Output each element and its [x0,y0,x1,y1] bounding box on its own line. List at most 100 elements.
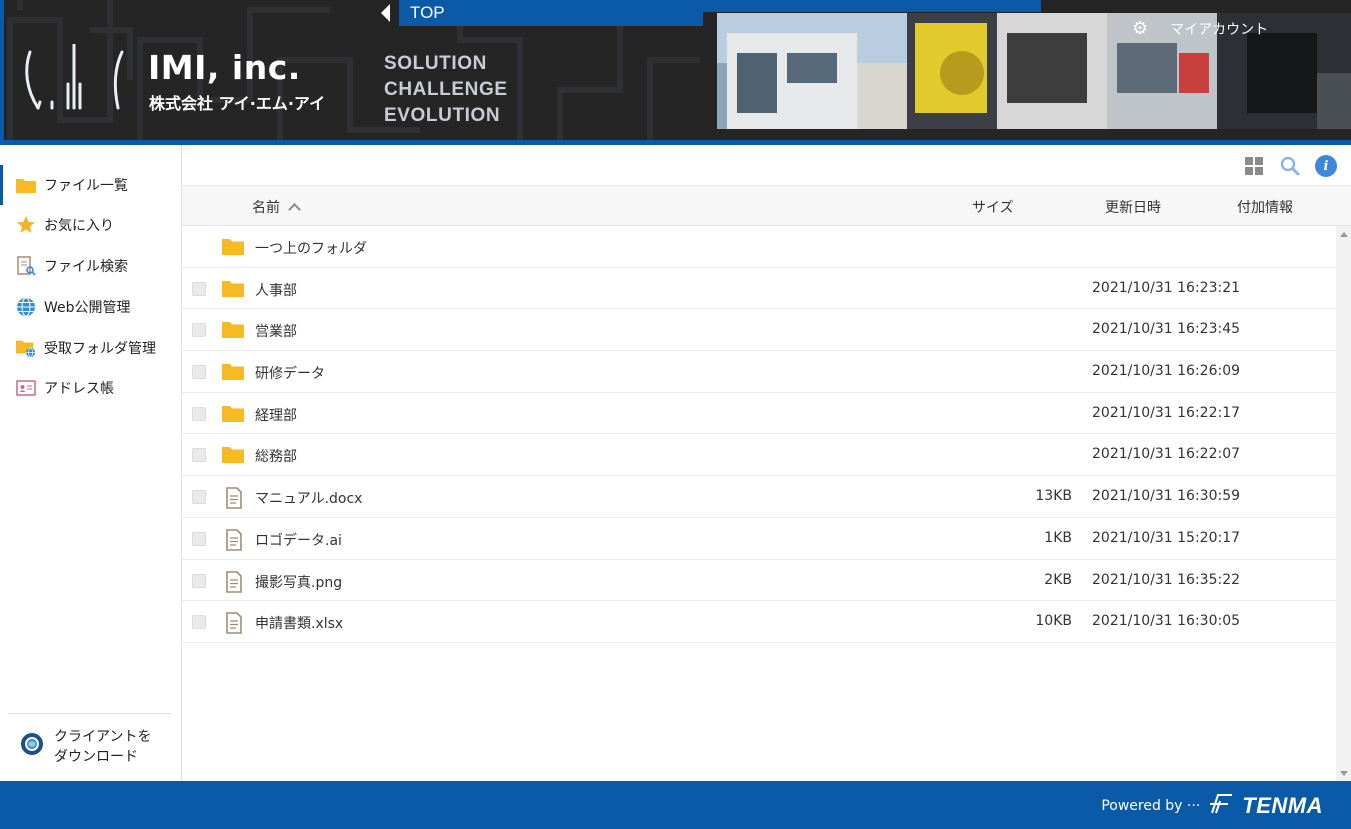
app-header: IMI, inc. 株式会社 アイ·エム·アイ SOLUTION CHALLEN… [0,0,1351,145]
row-name[interactable]: ロゴデータ.ai [255,530,342,550]
download-label-line2[interactable]: ダウンロード [54,747,151,767]
file-row[interactable]: ロゴデータ.ai 1KB 2021/10/31 15:20:17 [182,518,1336,560]
folder-globe-icon [16,338,36,358]
sidebar-item-label: Web公開管理 [44,300,131,316]
table-header: 名前 サイズ 更新日時 付加情報 [182,185,1351,226]
row-size: 2KB [1044,571,1072,588]
row-name[interactable]: 申請書類.xlsx [255,613,343,633]
row-checkbox[interactable] [192,573,206,588]
star-icon [16,215,36,235]
folder-icon [16,175,36,195]
top-link[interactable]: TOP [410,3,445,23]
sidebar-item-address-book[interactable]: アドレス帳 [0,368,181,408]
tagline-challenge: CHALLENGE [384,79,508,100]
folder-row[interactable]: 人事部 2021/10/31 16:23:21 [182,268,1336,310]
file-search-icon [16,256,36,276]
folder-icon [222,279,244,299]
row-date: 2021/10/31 16:22:07 [1092,446,1241,463]
client-download-link[interactable]: クライアントを ダウンロード [20,727,151,767]
folder-icon [222,445,244,465]
grid-view-icon[interactable] [1243,155,1265,177]
company-name: IMI, inc. [148,48,301,87]
tenma-brand: TENMA [1242,793,1323,818]
sidebar-item-label: アドレス帳 [44,381,114,397]
globe-icon [16,297,36,317]
header-left-edge [0,0,4,140]
row-name[interactable]: 研修データ [255,363,325,383]
row-size: 13KB [1035,488,1072,505]
row-checkbox[interactable] [192,365,206,380]
sidebar: ファイル一覧 お気に入り ファイル検索 Web公開管理 受取フォルダ管理 アドレ… [0,145,182,781]
row-date: 2021/10/31 16:30:59 [1092,488,1241,505]
row-checkbox[interactable] [192,531,206,546]
row-checkbox[interactable] [192,406,206,421]
folder-row[interactable]: 一つ上のフォルダ [182,226,1336,268]
row-date: 2021/10/31 16:22:17 [1092,404,1241,421]
back-arrow-icon[interactable] [381,4,390,22]
file-icon [225,570,247,593]
search-icon[interactable] [1279,155,1301,177]
sort-ascending-icon[interactable] [288,203,301,216]
sidebar-item-label: ファイル検索 [44,259,128,275]
sidebar-item-file-search[interactable]: ファイル検索 [0,246,181,286]
row-size: 1KB [1044,529,1072,546]
row-size: 10KB [1035,613,1072,630]
company-name-jp: 株式会社 アイ·エム·アイ [149,94,326,113]
name-header-label[interactable]: 名前 [252,197,280,217]
row-checkbox[interactable] [192,281,206,296]
row-date: 2021/10/31 16:23:21 [1092,279,1241,296]
row-date: 2021/10/31 16:35:22 [1092,571,1241,588]
size-column-header[interactable]: サイズ [972,197,1014,217]
file-list-panel: i 名前 サイズ 更新日時 付加情報 一つ上のフォルダ 人事部 2021/10/31… [182,145,1351,781]
row-name[interactable]: 経理部 [255,405,297,425]
my-account-label[interactable]: マイアカウント [1170,19,1268,39]
row-name[interactable]: 撮影写真.png [255,572,342,592]
sidebar-item-label: ファイル一覧 [44,178,128,194]
sidebar-item-receive-folder[interactable]: 受取フォルダ管理 [0,328,181,368]
folder-icon [222,404,244,424]
date-column-header[interactable]: 更新日時 [1105,197,1161,217]
file-icon [225,612,247,634]
row-checkbox[interactable] [192,490,206,505]
row-date: 2021/10/31 16:23:45 [1092,321,1241,338]
row-name[interactable]: 人事部 [255,280,297,300]
sidebar-item-web-publish[interactable]: Web公開管理 [0,287,181,327]
tagline-evolution: EVOLUTION [384,105,501,126]
folder-row[interactable]: 経理部 2021/10/31 16:22:17 [182,393,1336,435]
folder-row[interactable]: 総務部 2021/10/31 16:22:07 [182,434,1336,477]
gear-icon[interactable]: ⚙ [1132,18,1148,39]
powered-by: Powered by ··· TENMA [1101,793,1323,819]
row-name[interactable]: 総務部 [255,446,297,466]
row-date: 2021/10/31 15:20:17 [1092,529,1241,546]
my-account-link[interactable]: ⚙ マイアカウント [1132,18,1268,39]
file-row[interactable]: 撮影写真.png 2KB 2021/10/31 16:35:22 [182,560,1336,602]
name-column-header[interactable]: 名前 [252,197,301,217]
file-row[interactable]: マニュアル.docx 13KB 2021/10/31 16:30:59 [182,476,1336,518]
folder-icon [222,320,244,340]
scroll-up-arrow-icon[interactable] [1340,232,1348,237]
row-name[interactable]: 営業部 [255,321,297,341]
row-checkbox[interactable] [192,448,206,463]
info-column-header[interactable]: 付加情報 [1237,197,1293,217]
download-label-line1[interactable]: クライアントを [54,727,151,747]
row-name[interactable]: 一つ上のフォルダ [255,238,367,258]
file-icon [225,529,247,551]
folder-row[interactable]: 研修データ 2021/10/31 16:26:09 [182,351,1336,393]
row-name[interactable]: マニュアル.docx [255,488,362,508]
view-toolbar: i [1243,155,1337,177]
vertical-scrollbar[interactable] [1336,226,1351,781]
scroll-down-arrow-icon[interactable] [1340,771,1348,776]
powered-by-label: Powered by ··· [1101,798,1201,814]
file-icon [225,487,247,509]
folder-row[interactable]: 営業部 2021/10/31 16:23:45 [182,309,1336,352]
row-date: 2021/10/31 16:26:09 [1092,363,1241,380]
file-list: 一つ上のフォルダ 人事部 2021/10/31 16:23:21 営業部 2021/10… [182,226,1336,643]
file-row[interactable]: 申請書類.xlsx 10KB 2021/10/31 16:30:05 [182,601,1336,643]
sidebar-item-favorites[interactable]: お気に入り [0,205,181,245]
info-icon[interactable]: i [1315,155,1337,177]
sidebar-item-label: 受取フォルダ管理 [44,341,156,357]
row-date: 2021/10/31 16:30:05 [1092,613,1241,630]
row-checkbox[interactable] [192,615,206,630]
sidebar-item-file-list[interactable]: ファイル一覧 [0,165,181,205]
row-checkbox[interactable] [192,323,206,338]
